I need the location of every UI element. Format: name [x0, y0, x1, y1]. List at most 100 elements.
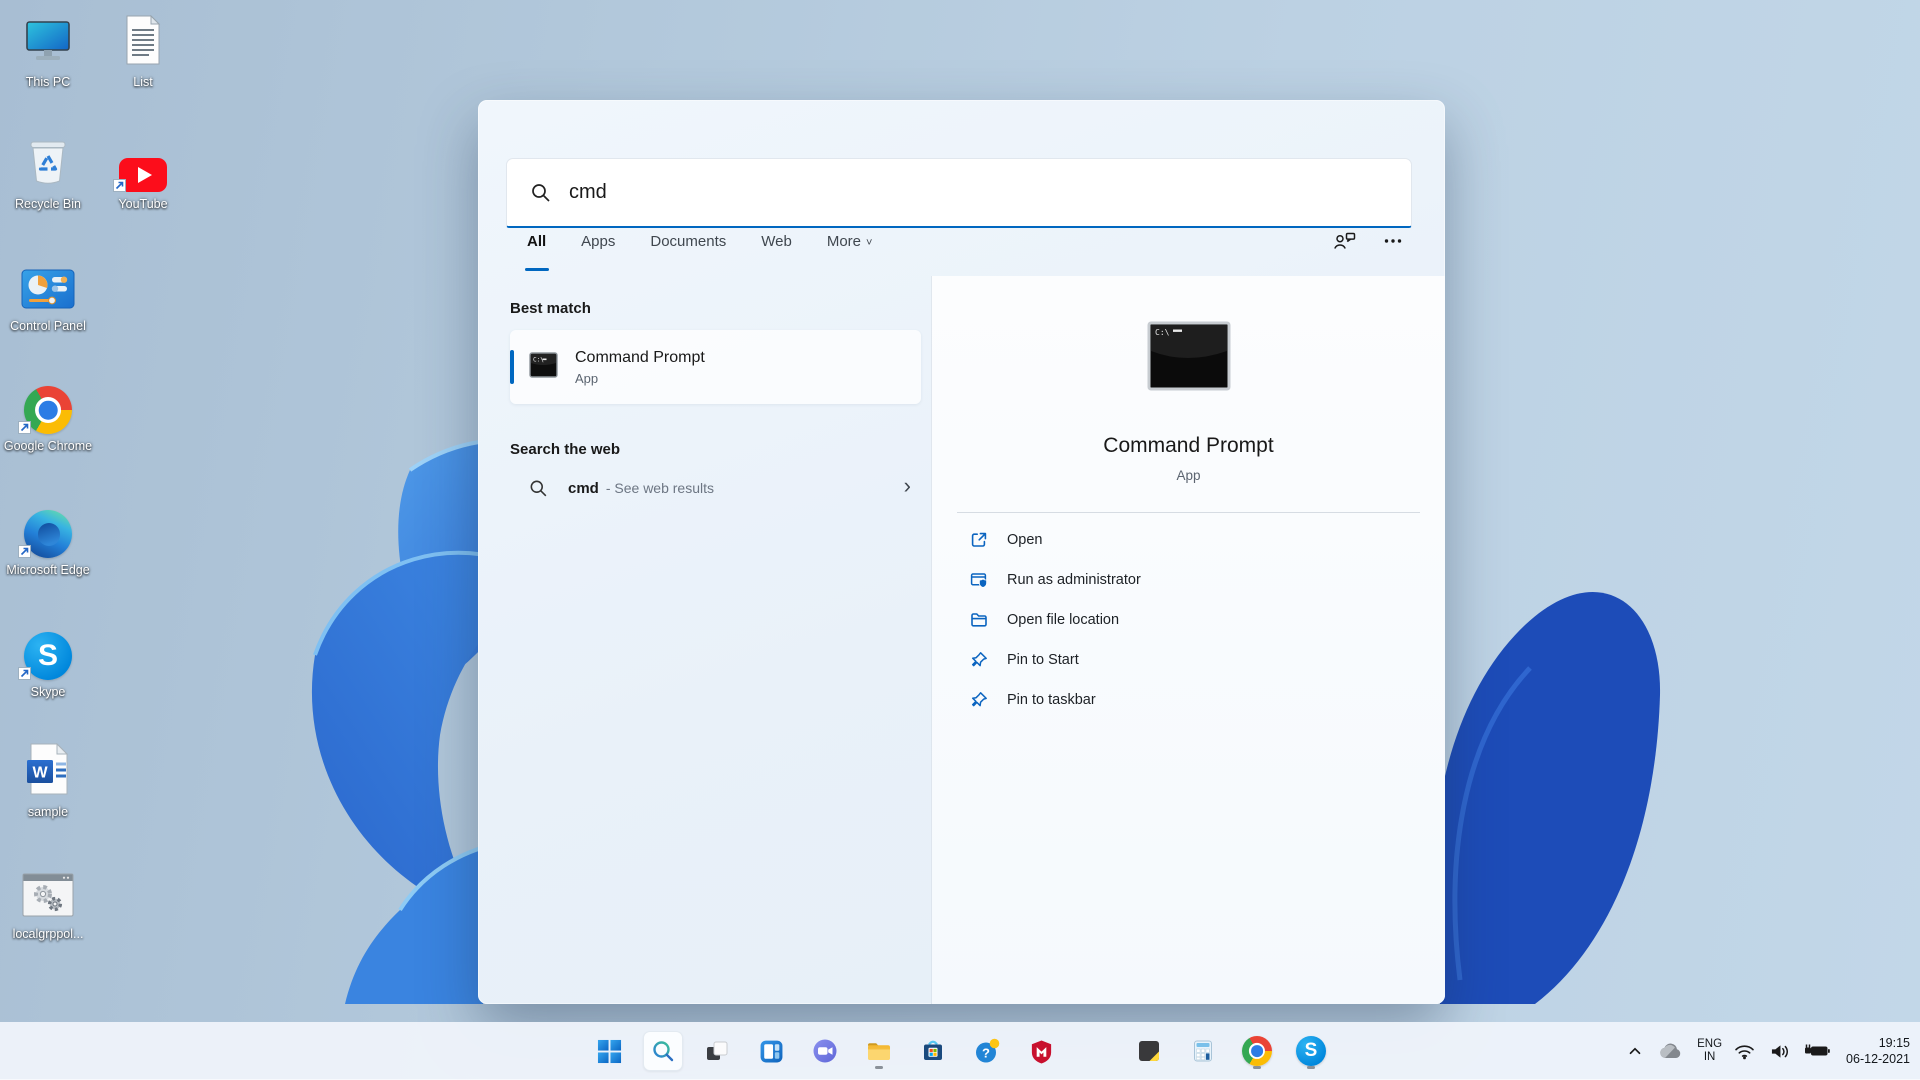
preview-type: App [1176, 468, 1200, 483]
chat-button[interactable] [805, 1031, 845, 1071]
skype-icon: S [24, 632, 72, 680]
tab-all[interactable]: All [527, 231, 546, 273]
command-prompt-large-icon: C:\ [1147, 321, 1231, 396]
result-title: Command Prompt [575, 349, 705, 367]
desktop-icon-recycle-bin[interactable]: Recycle Bin [2, 136, 94, 212]
desktop-background: This PC List Recycle Bin [0, 0, 1920, 1080]
chat-icon [812, 1038, 838, 1064]
search-query-text: cmd [569, 181, 607, 204]
action-run-as-administrator[interactable]: Run as administrator [932, 560, 1445, 600]
word-document-icon: W [26, 743, 70, 800]
more-options-icon[interactable] [1383, 231, 1403, 256]
action-pin-to-taskbar[interactable]: Pin to taskbar [932, 680, 1445, 720]
chrome-button[interactable] [1237, 1031, 1277, 1071]
tab-apps[interactable]: Apps [581, 231, 615, 273]
preview-pane: C:\ Command Prompt App Open [931, 276, 1445, 1004]
widgets-icon [759, 1039, 784, 1064]
this-pc-monitor-icon [22, 19, 74, 70]
tab-web[interactable]: Web [761, 231, 792, 273]
start-button[interactable] [589, 1031, 629, 1071]
file-explorer-icon [866, 1038, 892, 1064]
desktop-icon-skype[interactable]: S Skype [2, 624, 94, 700]
desktop-icon-label: sample [2, 805, 94, 820]
action-list: Open Run as administrator [932, 520, 1445, 720]
action-open[interactable]: Open [932, 520, 1445, 560]
widgets-button[interactable] [751, 1031, 791, 1071]
taskbar-spacer [1075, 1031, 1115, 1071]
clock[interactable]: 19:15 06-12-2021 [1846, 1035, 1910, 1067]
shortcut-arrow-icon [18, 545, 31, 558]
tray-date: 06-12-2021 [1846, 1051, 1910, 1067]
shortcut-arrow-icon [113, 179, 126, 192]
open-external-icon [970, 531, 988, 549]
best-match-result-command-prompt[interactable]: C:\ Command Prompt App [510, 330, 921, 404]
desktop-icon-youtube[interactable]: YouTube [97, 136, 189, 212]
desktop-icon-localgrppol[interactable]: localgrppol... [2, 866, 94, 942]
action-open-file-location[interactable]: Open file location [932, 600, 1445, 640]
skype-icon: S [1296, 1036, 1326, 1066]
result-type: App [575, 371, 705, 386]
mcafee-shield-icon [1029, 1039, 1054, 1064]
recycle-bin-icon [25, 135, 71, 192]
sticky-notes-button[interactable] [1129, 1031, 1169, 1071]
desktop-icon-control-panel[interactable]: Control Panel [2, 258, 94, 334]
desktop-icon-label: YouTube [97, 197, 189, 212]
tab-more[interactable]: More˅ [827, 231, 873, 273]
desktop-icon-label: Microsoft Edge [2, 563, 94, 578]
get-help-icon: ? [974, 1038, 1000, 1064]
desktop-icon-list[interactable]: List [97, 14, 189, 90]
tab-documents[interactable]: Documents [650, 231, 726, 273]
chrome-icon [1242, 1036, 1272, 1066]
search-button[interactable] [643, 1031, 683, 1071]
desktop-icon-sample[interactable]: W sample [2, 744, 94, 820]
pin-icon [970, 651, 988, 669]
desktop-icon-microsoft-edge[interactable]: Microsoft Edge [2, 502, 94, 578]
sticky-notes-icon [1137, 1039, 1161, 1063]
volume-icon[interactable] [1767, 1041, 1792, 1062]
search-results-column: Best match C:\ Command Prompt App [478, 276, 931, 1004]
svg-text:W: W [32, 765, 48, 782]
taskbar: ? [0, 1022, 1920, 1080]
mcafee-button[interactable] [1021, 1031, 1061, 1071]
desktop-icon-label: Control Panel [2, 319, 94, 334]
wifi-icon[interactable] [1732, 1041, 1757, 1062]
desktop-icon-label: Google Chrome [2, 439, 94, 454]
battery-charging-icon[interactable] [1802, 1041, 1832, 1061]
feedback-icon[interactable] [1333, 230, 1356, 257]
action-pin-to-start[interactable]: Pin to Start [932, 640, 1445, 680]
hidden-icons-chevron[interactable] [1624, 1040, 1646, 1062]
onedrive-cloud-icon[interactable] [1656, 1040, 1687, 1062]
svg-text:C:\: C:\ [1155, 328, 1170, 337]
youtube-icon [119, 158, 167, 192]
pin-icon [970, 691, 988, 709]
divider [957, 512, 1420, 513]
skype-button[interactable]: S [1291, 1031, 1331, 1071]
edge-icon [24, 510, 72, 558]
desktop-icon-google-chrome[interactable]: Google Chrome [2, 378, 94, 454]
folder-icon [970, 611, 988, 629]
language-indicator[interactable]: ENGIN [1697, 1038, 1722, 1064]
windows-logo-icon [597, 1039, 622, 1064]
get-help-button[interactable]: ? [967, 1031, 1007, 1071]
web-search-result[interactable]: cmd - See web results › [510, 465, 921, 511]
task-view-button[interactable] [697, 1031, 737, 1071]
search-icon [530, 182, 552, 204]
calculator-button[interactable] [1183, 1031, 1223, 1071]
group-policy-window-icon [22, 873, 74, 922]
task-view-icon [705, 1039, 729, 1063]
microsoft-store-icon [920, 1038, 946, 1064]
chevron-right-icon: › [904, 475, 911, 501]
search-icon [529, 479, 548, 498]
shortcut-arrow-icon [18, 421, 31, 434]
system-tray: ENGIN [1624, 1022, 1910, 1080]
search-flyout-panel: cmd All Apps Documents Web More˅ [478, 100, 1445, 1004]
search-input[interactable]: cmd [506, 158, 1412, 228]
tray-time: 19:15 [1846, 1035, 1910, 1051]
microsoft-store-button[interactable] [913, 1031, 953, 1071]
desktop-icon-this-pc[interactable]: This PC [2, 14, 94, 90]
desktop-icon-label: List [97, 75, 189, 90]
search-filter-tabs: All Apps Documents Web More˅ [527, 231, 872, 273]
desktop-icon-label: Skype [2, 685, 94, 700]
file-explorer-button[interactable] [859, 1031, 899, 1071]
desktop-icon-label: localgrppol... [2, 927, 94, 942]
